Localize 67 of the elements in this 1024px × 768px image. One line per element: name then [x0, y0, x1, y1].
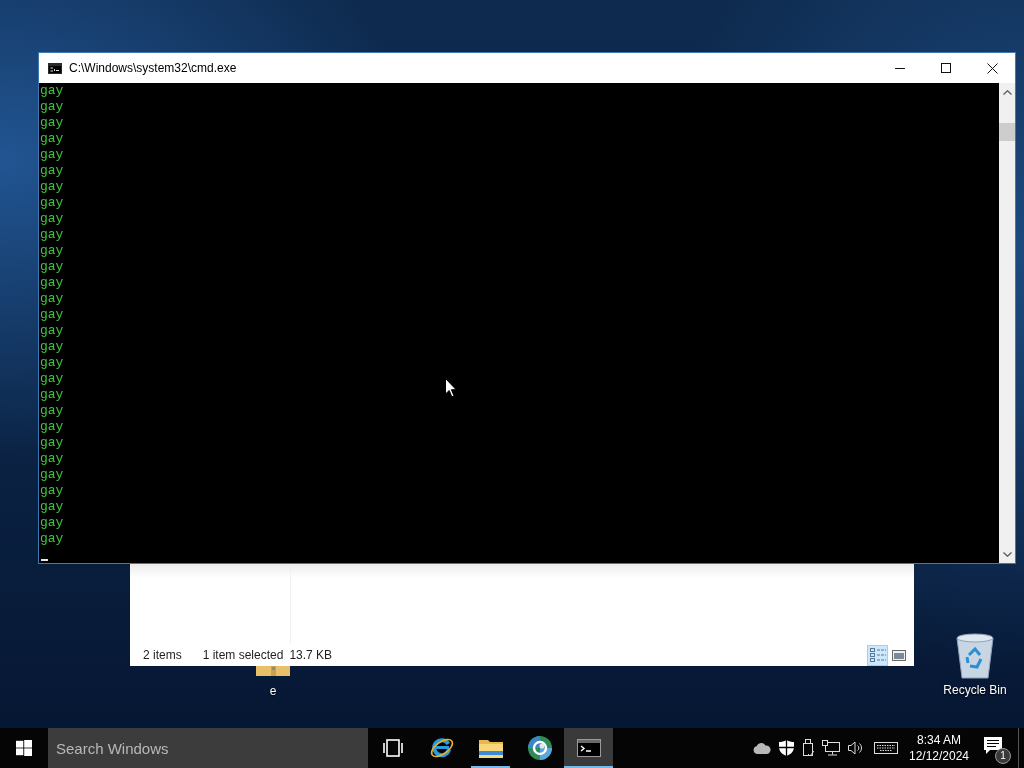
clock-time[interactable]: 8:34 AM — [917, 732, 961, 748]
notification-count: 1 — [995, 748, 1011, 764]
window-panes-icon — [16, 740, 32, 756]
console-line: gay — [40, 259, 64, 274]
console-line: gay — [40, 403, 64, 418]
console-line: gay — [40, 355, 64, 370]
maximize-icon — [941, 63, 951, 73]
clock-date[interactable]: 12/12/2024 — [908, 748, 970, 764]
search-field[interactable]: Search Windows — [48, 728, 368, 768]
console-line: gay — [40, 387, 64, 402]
console-line: gay — [40, 99, 64, 114]
console-line: gay — [40, 115, 64, 130]
scrollbar[interactable] — [999, 83, 1015, 563]
console-line: gay — [40, 227, 64, 242]
keyboard-icon[interactable] — [874, 742, 898, 754]
console-line: gay — [40, 451, 64, 466]
console-line: gay — [40, 483, 64, 498]
scrollbar-thumb[interactable] — [999, 123, 1015, 141]
window-title: C:\Windows\system32\cmd.exe — [69, 61, 237, 75]
console-line: gay — [40, 323, 64, 338]
console-line: gay — [40, 531, 64, 546]
speaker-icon[interactable] — [848, 741, 864, 755]
shield-icon[interactable] — [779, 740, 794, 756]
picture-icon — [892, 649, 906, 661]
console-line: gay — [40, 243, 64, 258]
console-line: gay — [40, 499, 64, 514]
selection-size: 13.7 KB — [289, 648, 333, 662]
console-line: gay — [40, 371, 64, 386]
mouse-pointer-icon — [445, 378, 457, 398]
selection-status: 1 item selected — [202, 648, 284, 662]
recycle-bin-icon[interactable] — [955, 633, 995, 679]
console-line: gay — [40, 131, 64, 146]
network-icon[interactable] — [822, 740, 840, 756]
cloud-icon[interactable] — [753, 742, 771, 754]
console-line: gay — [40, 515, 64, 530]
console-icon — [48, 62, 62, 74]
console-line: gay — [40, 467, 64, 482]
console-line: gay — [40, 179, 64, 194]
text-cursor — [41, 559, 48, 561]
desktop-icon-label[interactable]: Recycle Bin — [943, 683, 1007, 697]
item-count: 2 items — [143, 648, 182, 662]
usb-drive-icon[interactable] — [802, 739, 814, 757]
console-line: gay — [40, 307, 64, 322]
console-line: gay — [40, 211, 64, 226]
notification-icon — [984, 737, 1002, 755]
console-line: gay — [40, 275, 64, 290]
console-line: gay — [40, 195, 64, 210]
scroll-up-icon[interactable] — [1002, 90, 1012, 95]
list-icon — [869, 647, 886, 663]
console-line: gay — [40, 339, 64, 354]
console-line: gay — [40, 83, 64, 98]
action-center-button[interactable]: 1 — [974, 728, 1018, 768]
close-icon — [986, 62, 998, 74]
folder-icon — [478, 738, 503, 758]
console-line: gay — [40, 435, 64, 450]
task-view-icon — [382, 739, 403, 757]
details-view-button[interactable] — [867, 644, 888, 666]
taskbar-app-button[interactable] — [564, 728, 613, 768]
console-icon — [576, 739, 601, 757]
scroll-down-icon[interactable] — [1002, 552, 1012, 557]
globe-icon — [526, 735, 553, 761]
desktop-icon-label[interactable]: e — [269, 684, 277, 698]
console-line: gay — [40, 147, 64, 162]
console-line: gay — [40, 291, 64, 306]
console-line: gay — [40, 163, 64, 178]
console-line: gay — [40, 419, 64, 434]
minimize-icon — [895, 67, 905, 69]
